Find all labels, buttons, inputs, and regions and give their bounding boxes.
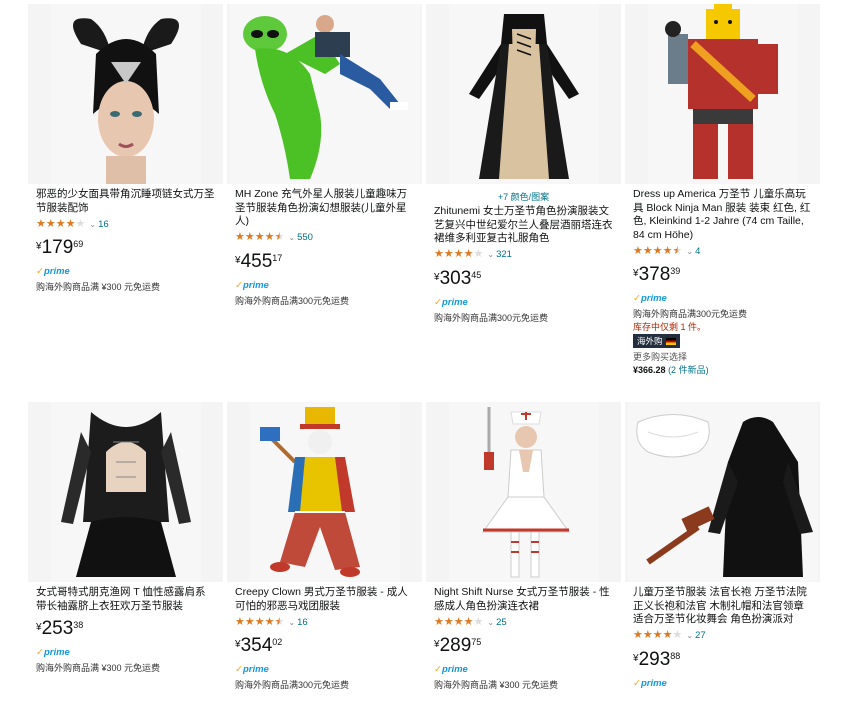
product-title[interactable]: MH Zone 充气外星人服装儿童趣味万圣节服装角色扮演幻想服装(儿童外星人): [235, 188, 414, 229]
product-image[interactable]: [227, 4, 422, 184]
star-rating-icon: ★ ★ ★ ★ ★: [434, 615, 484, 628]
price[interactable]: ¥ 253 38: [36, 619, 215, 641]
chevron-down-icon[interactable]: ⌄: [487, 618, 494, 627]
price[interactable]: ¥ 354 02: [235, 636, 414, 658]
review-count[interactable]: 16: [297, 617, 308, 628]
product-image[interactable]: [625, 402, 820, 582]
price-fraction: 69: [73, 239, 84, 249]
product-card[interactable]: Night Shift Nurse 女式万圣节服装 - 性感成人角色扮演连衣裙 …: [426, 402, 621, 702]
chevron-down-icon[interactable]: ⌄: [288, 618, 295, 627]
rating[interactable]: ★ ★ ★ ★ ★ ⌄ 25: [434, 616, 613, 628]
check-icon: ✓: [36, 266, 44, 277]
check-icon: ✓: [633, 677, 641, 689]
price[interactable]: ¥ 378 39: [633, 265, 812, 287]
product-title[interactable]: 邪恶的少女面具带角沉睡项链女式万圣节服装配饰: [36, 188, 215, 215]
product-card[interactable]: Creepy Clown 男式万圣节服装 - 成人可怕的邪恶马戏团服装 ★ ★ ★ ★…: [227, 402, 422, 702]
overseas-badge: 海外购: [633, 334, 680, 348]
stock-warning: 库存中仅剩 1 件。: [633, 322, 707, 332]
star-rating-icon: ★ ★ ★ ★ ★: [434, 248, 484, 260]
product-title[interactable]: Zhitunemi 女士万圣节角色扮演服装文艺复兴中世纪爱尔兰人叠层酒丽塔连衣裙…: [434, 205, 613, 246]
product-card[interactable]: 邪恶的少女面具带角沉睡项链女式万圣节服装配饰 ★ ★ ★ ★ ★ ⌄ 16 ¥ 179 …: [28, 4, 223, 396]
chevron-down-icon[interactable]: ⌄: [686, 247, 693, 256]
price[interactable]: ¥ 455 17: [235, 251, 414, 274]
review-count[interactable]: 25: [496, 617, 507, 628]
product-card[interactable]: Dress up America 万圣节 儿童乐高玩具 Block Ninja …: [625, 4, 820, 396]
rating[interactable]: ★ ★ ★ ★ ★ ⌄ 16: [235, 616, 414, 628]
chevron-down-icon[interactable]: ⌄: [686, 631, 693, 640]
product-image[interactable]: [426, 4, 621, 184]
chevron-down-icon[interactable]: ⌄: [89, 220, 96, 229]
chevron-down-icon[interactable]: ⌄: [487, 250, 494, 259]
rating[interactable]: ★ ★ ★ ★ ★ ⌄ 4: [633, 245, 812, 257]
rating[interactable]: ★ ★ ★ ★ ★ ⌄ 27: [633, 630, 812, 642]
check-icon: ✓: [633, 293, 641, 304]
review-count[interactable]: 321: [496, 249, 512, 260]
shipping-text: 购海外购商品满300元免运费: [235, 680, 350, 690]
star-rating-icon: ★ ★ ★ ★ ★: [633, 629, 683, 641]
product-title[interactable]: Night Shift Nurse 女式万圣节服装 - 性感成人角色扮演连衣裙: [434, 586, 613, 613]
prime-badge: ✓prime: [36, 266, 70, 277]
chevron-down-icon[interactable]: ⌄: [288, 233, 295, 242]
prime-badge: ✓prime: [633, 293, 667, 304]
shipping-text: 购海外购商品满300元免运费: [434, 312, 549, 323]
prime-badge: ✓prime: [434, 296, 468, 308]
prime-badge: ✓prime: [633, 677, 667, 689]
product-card[interactable]: 女式哥特式朋克渔网 T 恤性感露肩系带长袖露脐上衣狂欢万圣节服装 ¥ 253 3…: [28, 402, 223, 702]
price[interactable]: ¥ 293 88: [633, 649, 812, 672]
product-card[interactable]: +7 颜色/图案 Zhitunemi 女士万圣节角色扮演服装文艺复兴中世纪爱尔兰…: [426, 4, 621, 396]
price[interactable]: ¥ 289 75: [434, 636, 613, 658]
check-icon: ✓: [235, 279, 243, 291]
price-whole: 179: [41, 237, 74, 258]
shipping-text: 购海外购商品满 ¥300 元免运费: [36, 282, 161, 292]
shipping-text: 购海外购商品满 ¥300 元免运费: [434, 680, 559, 690]
product-image[interactable]: [227, 402, 422, 582]
check-icon: ✓: [36, 647, 44, 658]
shipping-text: 购海外购商品满300元免运费: [633, 309, 748, 319]
product-title[interactable]: 女式哥特式朋克渔网 T 恤性感露肩系带长袖露脐上衣狂欢万圣节服装: [36, 586, 215, 613]
shipping-text: 购海外购商品满 ¥300 元免运费: [36, 663, 161, 673]
product-card[interactable]: 儿童万圣节服装 法官长袍 万圣节法院正义长袍和法官 木制礼帽和法官领章适合万圣节…: [625, 402, 820, 702]
prime-badge: ✓prime: [434, 664, 468, 675]
product-image[interactable]: [625, 4, 820, 184]
prime-badge: ✓prime: [36, 647, 70, 658]
review-count[interactable]: 550: [297, 232, 313, 243]
rating[interactable]: ★ ★ ★ ★ ★ ⌄ 550: [235, 232, 414, 244]
product-card[interactable]: MH Zone 充气外星人服装儿童趣味万圣节服装角色扮演幻想服装(儿童外星人) …: [227, 4, 422, 396]
star-rating-icon: ★ ★ ★ ★ ★: [633, 244, 683, 257]
product-image[interactable]: [28, 4, 223, 184]
star-rating-icon: ★ ★ ★ ★ ★: [36, 217, 86, 230]
product-grid: 邪恶的少女面具带角沉睡项链女式万圣节服装配饰 ★ ★ ★ ★ ★ ⌄ 16 ¥ 179 …: [28, 4, 828, 702]
price[interactable]: ¥ 303 45: [434, 268, 613, 291]
new-offers-link[interactable]: (2 件新品): [668, 365, 709, 375]
other-offers[interactable]: ¥366.28 (2 件新品): [633, 363, 812, 376]
star-rating-icon: ★ ★ ★ ★ ★: [235, 231, 285, 243]
price[interactable]: ¥ 179 69: [36, 238, 215, 260]
review-count[interactable]: 27: [695, 630, 706, 641]
germany-flag-icon: [665, 337, 676, 345]
product-image[interactable]: [28, 402, 223, 582]
rating[interactable]: ★ ★ ★ ★ ★ ⌄ 321: [434, 249, 613, 261]
product-title[interactable]: 儿童万圣节服装 法官长袍 万圣节法院正义长袍和法官 木制礼帽和法官领章适合万圣节…: [633, 586, 812, 627]
more-buying-options[interactable]: 更多购买选择: [633, 350, 812, 363]
color-variants-link[interactable]: +7 颜色/图案: [434, 190, 613, 203]
prime-badge: ✓prime: [235, 279, 269, 291]
product-title[interactable]: Dress up America 万圣节 儿童乐高玩具 Block Ninja …: [633, 188, 812, 242]
shipping-text: 购海外购商品满300元免运费: [235, 295, 350, 306]
review-count[interactable]: 4: [695, 246, 700, 257]
product-image[interactable]: [426, 402, 621, 582]
check-icon: ✓: [434, 664, 442, 675]
check-icon: ✓: [235, 664, 243, 675]
product-title[interactable]: Creepy Clown 男式万圣节服装 - 成人可怕的邪恶马戏团服装: [235, 586, 414, 613]
rating[interactable]: ★ ★ ★ ★ ★ ⌄ 16: [36, 218, 215, 230]
check-icon: ✓: [434, 296, 442, 308]
review-count[interactable]: 16: [98, 219, 109, 230]
star-rating-icon: ★ ★ ★ ★ ★: [235, 615, 285, 628]
prime-badge: ✓prime: [235, 664, 269, 675]
